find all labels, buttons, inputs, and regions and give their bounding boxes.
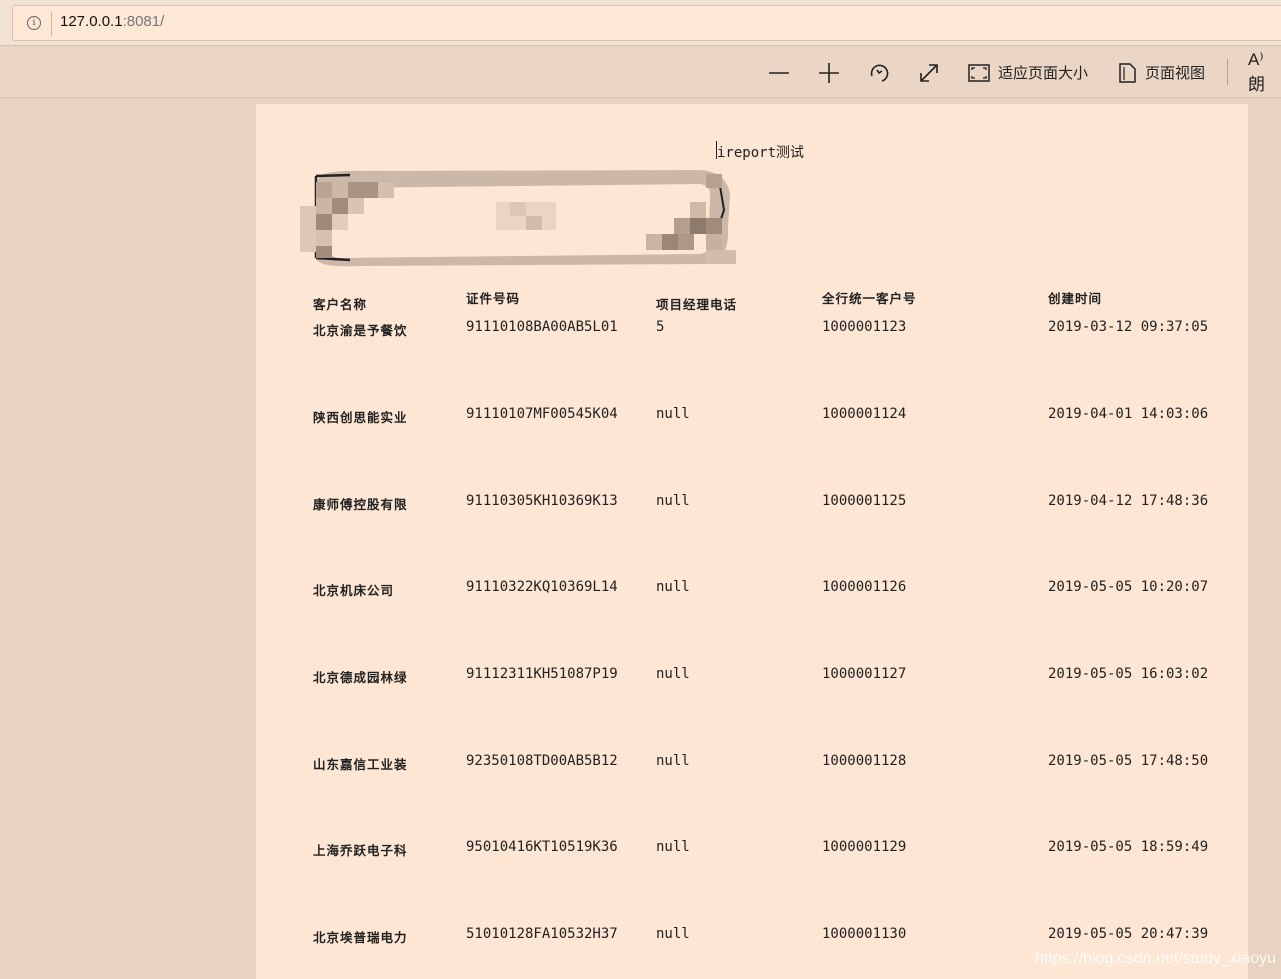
table-cell-name: 康师傅控股有限	[313, 497, 408, 512]
header-id-number: 证件号码	[466, 291, 521, 306]
table-cell-customer-id: 1000001128	[822, 753, 907, 769]
table-cell-customer-id: 1000001124	[822, 406, 907, 422]
page-view-label: 页面视图	[1145, 65, 1206, 82]
fit-page-icon	[968, 63, 990, 82]
redacted-logo-image	[300, 170, 736, 267]
table-cell-id: 91110305KH10369K13	[466, 493, 618, 509]
table-cell-phone: null	[656, 493, 690, 509]
page-view-button[interactable]: 页面视图	[1117, 47, 1205, 98]
table-cell-created: 2019-05-05 20:47:39	[1048, 926, 1209, 942]
table-cell-created: 2019-05-05 16:03:02	[1048, 666, 1209, 682]
pdf-toolbar: 适应页面大小 页面视图 A⁾ 朗	[0, 47, 1281, 98]
table-cell-phone: 5	[656, 319, 665, 335]
table-cell-customer-id: 1000001130	[822, 926, 907, 942]
table-cell-customer-id: 1000001126	[822, 579, 907, 595]
table-cell-phone: null	[656, 839, 690, 855]
header-unified-customer-id: 全行统一客户号	[822, 291, 917, 306]
table-cell-name: 北京德成园林绿	[313, 670, 408, 685]
table-cell-created: 2019-05-05 17:48:50	[1048, 753, 1209, 769]
table-cell-id: 91112311KH51087P19	[466, 666, 618, 682]
info-icon[interactable]: i	[27, 16, 41, 30]
table-cell-id: 91110107MF00545K04	[466, 406, 618, 422]
watermark-text: https://blog.csdn.net/study_xiaoyu	[1035, 950, 1277, 967]
header-customer-name: 客户名称	[313, 297, 368, 312]
table-cell-id: 51010128FA10532H37	[466, 926, 618, 942]
fit-to-page-button[interactable]: 适应页面大小	[968, 47, 1088, 98]
toolbar-divider	[1227, 59, 1228, 85]
table-cell-id: 92350108TD00AB5B12	[466, 753, 618, 769]
table-cell-created: 2019-05-05 18:59:49	[1048, 839, 1209, 855]
table-cell-name: 北京渝是予餐饮	[313, 323, 408, 338]
table-cell-phone: null	[656, 753, 690, 769]
zoom-in-button[interactable]	[817, 47, 841, 98]
fullscreen-button[interactable]	[917, 47, 941, 98]
table-cell-id: 95010416KT10519K36	[466, 839, 618, 855]
table-cell-name: 山东嘉信工业装	[313, 757, 408, 772]
url-port-path: :8081/	[122, 13, 165, 30]
table-cell-created: 2019-04-12 17:48:36	[1048, 493, 1209, 509]
table-cell-customer-id: 1000001129	[822, 839, 907, 855]
rotate-icon	[870, 64, 889, 82]
zoom-out-button[interactable]	[767, 47, 791, 98]
table-cell-customer-id: 1000001127	[822, 666, 907, 682]
address-bar[interactable]: i 127.0.0.1:8081/	[12, 5, 1281, 41]
table-cell-phone: null	[656, 666, 690, 682]
table-cell-phone: null	[656, 926, 690, 942]
header-manager-phone: 项目经理电话	[656, 297, 738, 312]
table-cell-name: 陕西创思能实业	[313, 410, 408, 425]
table-cell-name: 北京机床公司	[313, 583, 395, 598]
url-text[interactable]: 127.0.0.1:8081/	[60, 13, 164, 30]
fit-to-page-label: 适应页面大小	[998, 65, 1089, 82]
rotate-button[interactable]	[867, 47, 891, 98]
table-cell-created: 2019-05-05 10:20:07	[1048, 579, 1209, 595]
read-aloud-button[interactable]: A⁾ 朗	[1248, 47, 1281, 98]
table-cell-id: 91110322KQ10369L14	[466, 579, 618, 595]
table-cell-created: 2019-04-01 14:03:06	[1048, 406, 1209, 422]
pdf-page: ireport测试 客户名称 证件号码 项目经理电话 全行统一客户号 创建时间 …	[256, 104, 1248, 979]
table-cell-phone: null	[656, 579, 690, 595]
table-cell-id: 91110108BA00AB5L01	[466, 319, 618, 335]
minus-icon	[769, 71, 789, 74]
address-bar-area: i 127.0.0.1:8081/	[0, 0, 1281, 46]
header-created-time: 创建时间	[1048, 291, 1103, 306]
url-host: 127.0.0.1	[60, 13, 123, 30]
page-view-icon	[1119, 62, 1136, 83]
table-cell-created: 2019-03-12 09:37:05	[1048, 319, 1209, 335]
table-cell-name: 上海乔跃电子科	[313, 843, 408, 858]
plus-icon	[819, 62, 839, 83]
table-cell-name: 北京埃普瑞电力	[313, 930, 408, 945]
read-aloud-label: A⁾ 朗	[1248, 50, 1265, 94]
report-title: ireport测试	[717, 145, 805, 161]
table-cell-customer-id: 1000001125	[822, 493, 907, 509]
table-cell-customer-id: 1000001123	[822, 319, 907, 335]
expand-icon	[920, 63, 938, 82]
address-divider	[51, 12, 52, 36]
table-cell-phone: null	[656, 406, 690, 422]
